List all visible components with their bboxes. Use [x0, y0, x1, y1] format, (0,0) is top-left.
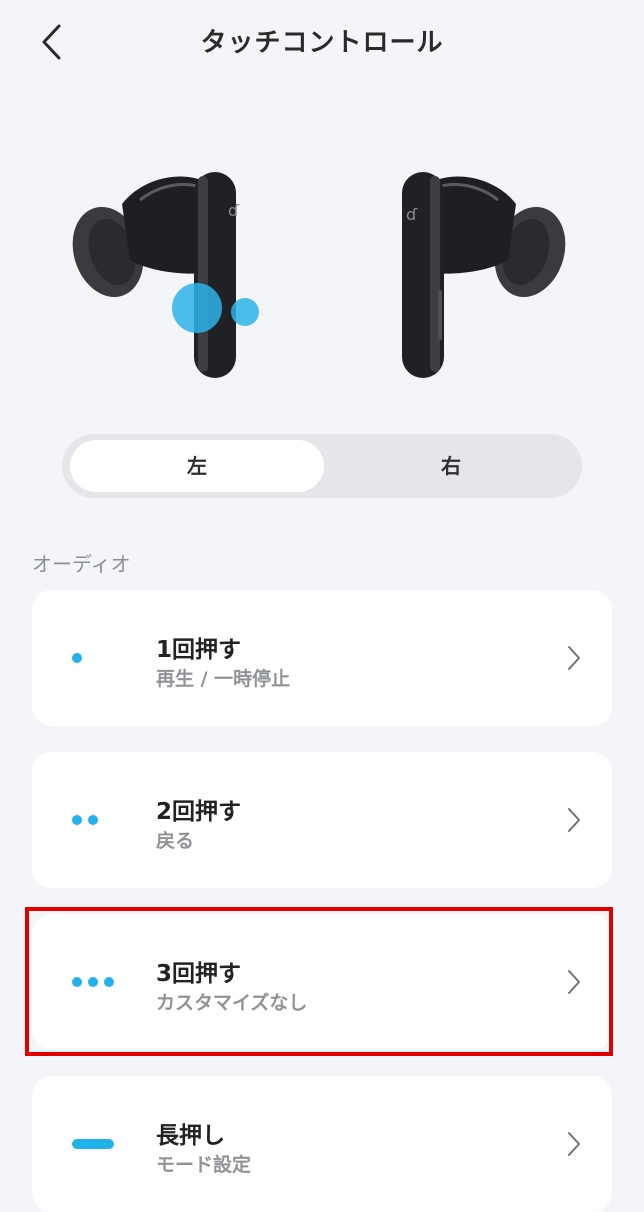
single-dot-icon — [72, 648, 88, 668]
triple-dot-icon — [72, 972, 120, 992]
card-double-tap[interactable]: 2回押す 戻る — [32, 752, 612, 888]
card-subtitle: カスタマイズなし — [156, 992, 308, 1014]
long-press-bar-icon — [72, 1134, 114, 1154]
tab-left[interactable]: 左 — [70, 440, 324, 492]
chevron-right-icon — [568, 808, 580, 832]
indicator-bar — [72, 1139, 114, 1149]
chevron-right-icon — [568, 646, 580, 670]
indicator-dot — [88, 815, 98, 825]
svg-text:ɗ: ɗ — [228, 201, 240, 220]
header: タッチコントロール — [0, 0, 644, 86]
chevron-right-icon — [568, 970, 580, 994]
indicator-dot — [72, 977, 82, 987]
card-title: 2回押す — [156, 799, 242, 825]
side-selector: 左 右 — [62, 434, 582, 498]
section-label-audio: オーディオ — [32, 552, 131, 576]
card-subtitle: 再生 / 一時停止 — [156, 668, 291, 690]
left-earbud-image: ɗ — [72, 172, 259, 378]
page-title: タッチコントロール — [200, 28, 444, 58]
svg-text:ɗ: ɗ — [406, 205, 418, 224]
double-dot-icon — [72, 810, 104, 830]
card-long-press[interactable]: 長押し モード設定 — [32, 1076, 612, 1212]
tab-right[interactable]: 右 — [324, 440, 578, 492]
indicator-dot — [72, 815, 82, 825]
card-single-tap[interactable]: 1回押す 再生 / 一時停止 — [32, 590, 612, 726]
card-triple-tap[interactable]: 3回押す カスタマイズなし — [32, 914, 612, 1050]
indicator-dot — [104, 977, 114, 987]
indicator-dot — [88, 977, 98, 987]
indicator-dot — [72, 653, 82, 663]
card-title: 1回押す — [156, 637, 242, 663]
right-earbud-image: ɗ — [402, 172, 566, 378]
card-subtitle: モード設定 — [156, 1154, 252, 1176]
chevron-right-icon — [568, 1132, 580, 1156]
card-title: 長押し — [156, 1123, 225, 1149]
earbuds-illustration: ɗ ɗ — [60, 160, 584, 390]
card-subtitle: 戻る — [156, 830, 195, 852]
card-title: 3回押す — [156, 961, 242, 987]
